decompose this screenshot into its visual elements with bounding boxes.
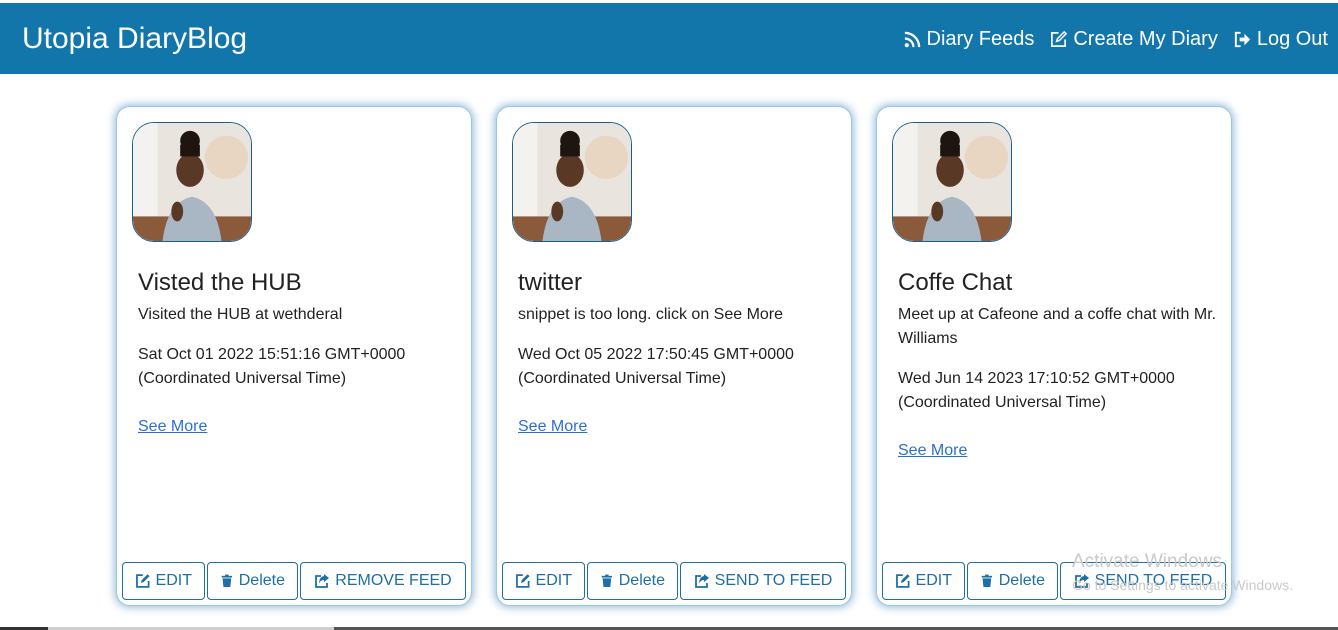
card-date: Wed Oct 05 2022 17:50:45 GMT+0000 (Coord… bbox=[518, 346, 794, 387]
feed-label: SEND TO FEED bbox=[1094, 572, 1213, 589]
trash-icon bbox=[981, 574, 993, 588]
see-more-link[interactable]: See More bbox=[138, 415, 207, 439]
share-icon bbox=[315, 574, 330, 588]
feed-label: REMOVE FEED bbox=[335, 572, 452, 589]
rss-icon bbox=[904, 31, 920, 47]
photo-image bbox=[513, 123, 631, 241]
edit-button[interactable]: EDIT bbox=[122, 562, 205, 600]
nav-create-diary[interactable]: Create My Diary bbox=[1049, 27, 1218, 51]
diary-card: twitter snippet is too long. click on Se… bbox=[496, 106, 852, 606]
brand-logo[interactable]: Utopia DiaryBlog bbox=[22, 22, 247, 56]
send-to-feed-button[interactable]: SEND TO FEED bbox=[1060, 562, 1226, 600]
edit-label: EDIT bbox=[155, 572, 192, 589]
card-actions: EDIT Delete SEND TO FEED bbox=[882, 562, 1228, 600]
card-actions: EDIT Delete REMOVE FEED bbox=[122, 562, 468, 600]
card-snippet: snippet is too long. click on See More bbox=[518, 306, 784, 323]
card-title: twitter bbox=[518, 269, 583, 296]
see-more-link[interactable]: See More bbox=[898, 439, 967, 463]
card-actions: EDIT Delete SEND TO FEED bbox=[502, 562, 848, 600]
diary-photo bbox=[512, 122, 632, 242]
nav-diary-feeds[interactable]: Diary Feeds bbox=[903, 27, 1035, 51]
trash-icon bbox=[601, 574, 613, 588]
photo-image bbox=[133, 123, 251, 241]
diary-photo bbox=[132, 122, 252, 242]
edit-icon bbox=[1051, 30, 1068, 47]
delete-button[interactable]: Delete bbox=[587, 562, 678, 600]
nav-links: Diary Feeds Create My Diary Log Out bbox=[888, 27, 1328, 51]
diary-card: Visted the HUB Visited the HUB at wethde… bbox=[116, 106, 472, 606]
diary-photo bbox=[892, 122, 1012, 242]
card-snippet: Meet up at Cafeone and a coffe chat with… bbox=[898, 306, 1217, 347]
navbar: Utopia DiaryBlog Diary Feeds Create My D… bbox=[0, 3, 1338, 74]
share-icon bbox=[1074, 574, 1089, 588]
nav-log-out[interactable]: Log Out bbox=[1233, 27, 1328, 51]
nav-create-diary-label: Create My Diary bbox=[1073, 28, 1218, 50]
delete-button[interactable]: Delete bbox=[967, 562, 1058, 600]
card-body: snippet is too long. click on See More W… bbox=[518, 303, 838, 439]
delete-label: Delete bbox=[238, 572, 285, 589]
edit-label: EDIT bbox=[915, 572, 952, 589]
edit-icon bbox=[136, 574, 150, 588]
delete-label: Delete bbox=[618, 572, 665, 589]
send-to-feed-button[interactable]: SEND TO FEED bbox=[680, 562, 846, 600]
nav-diary-feeds-label: Diary Feeds bbox=[926, 28, 1035, 50]
card-title: Coffe Chat bbox=[898, 269, 1013, 296]
see-more-link[interactable]: See More bbox=[518, 415, 587, 439]
card-date: Wed Jun 14 2023 17:10:52 GMT+0000 (Coord… bbox=[898, 370, 1175, 411]
delete-label: Delete bbox=[998, 572, 1045, 589]
diary-card: Coffe Chat Meet up at Cafeone and a coff… bbox=[876, 106, 1232, 606]
card-title: Visted the HUB bbox=[138, 269, 302, 296]
card-snippet: Visited the HUB at wethderal bbox=[138, 306, 343, 323]
card-date: Sat Oct 01 2022 15:51:16 GMT+0000 (Coord… bbox=[138, 346, 406, 387]
remove-feed-button[interactable]: REMOVE FEED bbox=[300, 562, 466, 600]
card-body: Visited the HUB at wethderal Sat Oct 01 … bbox=[138, 303, 458, 439]
edit-icon bbox=[896, 574, 910, 588]
edit-label: EDIT bbox=[535, 572, 572, 589]
trash-icon bbox=[221, 574, 233, 588]
edit-button[interactable]: EDIT bbox=[882, 562, 965, 600]
nav-log-out-label: Log Out bbox=[1256, 28, 1328, 50]
card-body: Meet up at Cafeone and a coffe chat with… bbox=[898, 303, 1218, 463]
delete-button[interactable]: Delete bbox=[207, 562, 298, 600]
edit-icon bbox=[516, 574, 530, 588]
logout-icon bbox=[1234, 31, 1250, 47]
share-icon bbox=[694, 574, 709, 588]
photo-image bbox=[893, 123, 1011, 241]
feed-label: SEND TO FEED bbox=[714, 572, 833, 589]
edit-button[interactable]: EDIT bbox=[502, 562, 585, 600]
